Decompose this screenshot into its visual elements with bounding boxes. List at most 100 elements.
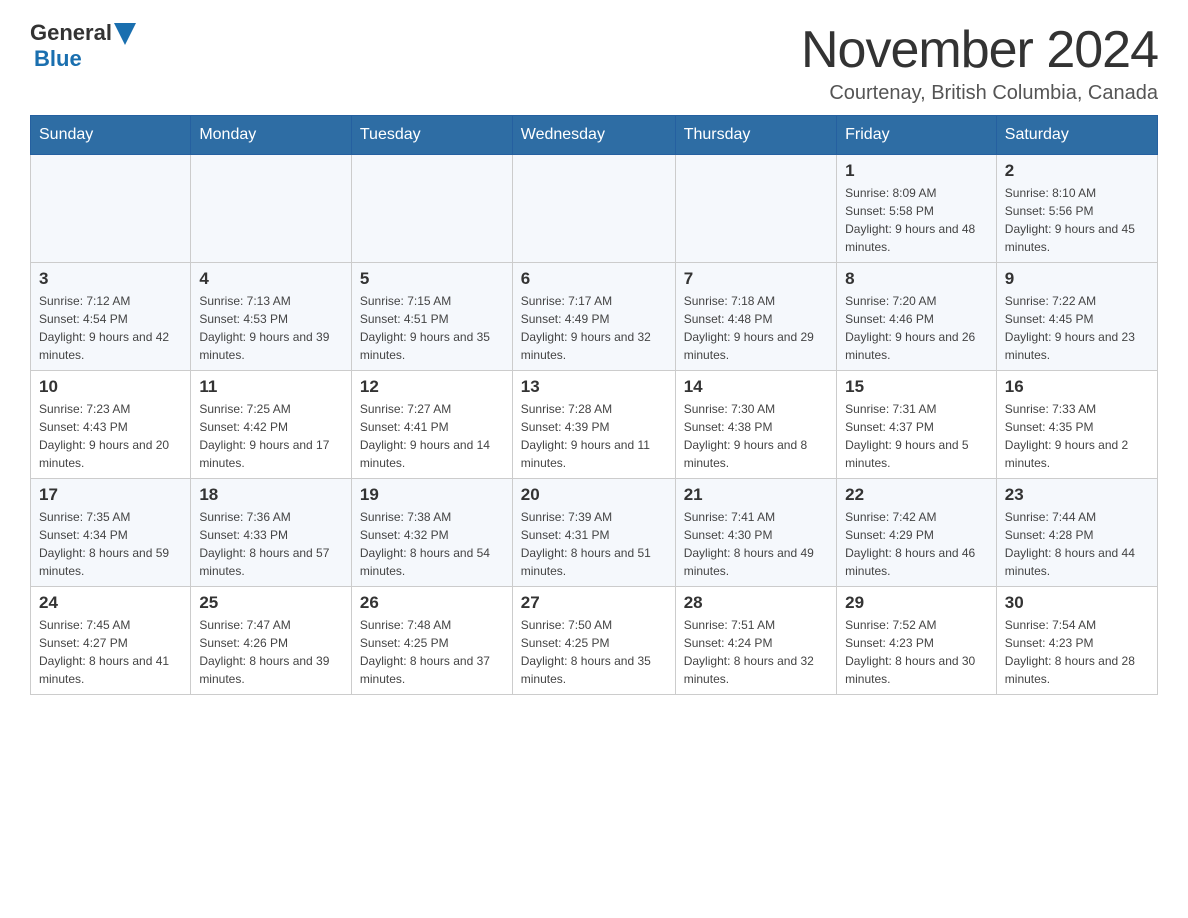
day-info: Sunrise: 7:20 AMSunset: 4:46 PMDaylight:… [845,292,988,364]
col-saturday: Saturday [996,116,1157,155]
day-number: 24 [39,593,182,613]
day-number: 22 [845,485,988,505]
day-info: Sunrise: 7:51 AMSunset: 4:24 PMDaylight:… [684,616,828,688]
day-number: 9 [1005,269,1149,289]
day-number: 14 [684,377,828,397]
table-row: 2 Sunrise: 8:10 AMSunset: 5:56 PMDaylight… [996,155,1157,263]
table-row [675,155,836,263]
table-row: 27Sunrise: 7:50 AMSunset: 4:25 PMDayligh… [512,587,675,695]
table-row: 13 Sunrise: 7:28 AMSunset: 4:39 PMDayligh… [512,371,675,479]
day-number: 4 [199,269,343,289]
day-info: Sunrise: 8:10 AMSunset: 5:56 PMDaylight:… [1005,184,1149,256]
day-info: Sunrise: 7:39 AMSunset: 4:31 PMDaylight:… [521,508,667,580]
day-info: Sunrise: 8:09 AMSunset: 5:58 PMDaylight:… [845,184,988,256]
table-row: 11 Sunrise: 7:25 AMSunset: 4:42 PMDayligh… [191,371,352,479]
table-row [191,155,352,263]
table-row: 29 Sunrise: 7:52 AMSunset: 4:23 PMDayligh… [837,587,997,695]
day-number: 2 [1005,161,1149,181]
day-number: 13 [521,377,667,397]
day-number: 23 [1005,485,1149,505]
table-row: 25 Sunrise: 7:47 AMSunset: 4:26 PMDayligh… [191,587,352,695]
table-row: 28 Sunrise: 7:51 AMSunset: 4:24 PMDayligh… [675,587,836,695]
day-number: 28 [684,593,828,613]
day-info: Sunrise: 7:17 AMSunset: 4:49 PMDaylight:… [521,292,667,364]
day-number: 17 [39,485,182,505]
day-number: 3 [39,269,182,289]
day-number: 21 [684,485,828,505]
day-info: Sunrise: 7:36 AMSunset: 4:33 PMDaylight:… [199,508,343,580]
day-number: 11 [199,377,343,397]
table-row: 19 Sunrise: 7:38 AMSunset: 4:32 PMDayligh… [351,479,512,587]
day-number: 1 [845,161,988,181]
day-info: Sunrise: 7:52 AMSunset: 4:23 PMDaylight:… [845,616,988,688]
day-info: Sunrise: 7:31 AMSunset: 4:37 PMDaylight:… [845,400,988,472]
day-number: 10 [39,377,182,397]
logo-general-text: General [30,20,112,46]
table-row [351,155,512,263]
table-row [31,155,191,263]
table-row: 1 Sunrise: 8:09 AMSunset: 5:58 PMDaylight… [837,155,997,263]
day-number: 30 [1005,593,1149,613]
day-info: Sunrise: 7:28 AMSunset: 4:39 PMDaylight:… [521,400,667,472]
table-row: 3 Sunrise: 7:12 AMSunset: 4:54 PMDaylight… [31,263,191,371]
day-number: 25 [199,593,343,613]
day-number: 29 [845,593,988,613]
table-row: 8 Sunrise: 7:20 AMSunset: 4:46 PMDaylight… [837,263,997,371]
table-row: 14 Sunrise: 7:30 AMSunset: 4:38 PMDayligh… [675,371,836,479]
day-info: Sunrise: 7:38 AMSunset: 4:32 PMDaylight:… [360,508,504,580]
day-info: Sunrise: 7:54 AMSunset: 4:23 PMDaylight:… [1005,616,1149,688]
title-block: November 2024 Courtenay, British Columbi… [801,20,1158,105]
day-info: Sunrise: 7:18 AMSunset: 4:48 PMDaylight:… [684,292,828,364]
day-info: Sunrise: 7:44 AMSunset: 4:28 PMDaylight:… [1005,508,1149,580]
table-row: 6Sunrise: 7:17 AMSunset: 4:49 PMDaylight… [512,263,675,371]
day-number: 18 [199,485,343,505]
calendar-week-row: 10 Sunrise: 7:23 AMSunset: 4:43 PMDayligh… [31,371,1158,479]
day-number: 8 [845,269,988,289]
table-row: 21 Sunrise: 7:41 AMSunset: 4:30 PMDayligh… [675,479,836,587]
table-row: 7 Sunrise: 7:18 AMSunset: 4:48 PMDaylight… [675,263,836,371]
day-info: Sunrise: 7:47 AMSunset: 4:26 PMDaylight:… [199,616,343,688]
day-info: Sunrise: 7:41 AMSunset: 4:30 PMDaylight:… [684,508,828,580]
table-row: 9 Sunrise: 7:22 AMSunset: 4:45 PMDaylight… [996,263,1157,371]
col-friday: Friday [837,116,997,155]
table-row: 17Sunrise: 7:35 AMSunset: 4:34 PMDayligh… [31,479,191,587]
table-row: 15 Sunrise: 7:31 AMSunset: 4:37 PMDayligh… [837,371,997,479]
day-info: Sunrise: 7:42 AMSunset: 4:29 PMDaylight:… [845,508,988,580]
day-number: 15 [845,377,988,397]
day-number: 5 [360,269,504,289]
logo-blue-text: Blue [34,46,82,71]
table-row: 5 Sunrise: 7:15 AMSunset: 4:51 PMDaylight… [351,263,512,371]
calendar-week-row: 24Sunrise: 7:45 AMSunset: 4:27 PMDayligh… [31,587,1158,695]
col-tuesday: Tuesday [351,116,512,155]
day-info: Sunrise: 7:48 AMSunset: 4:25 PMDaylight:… [360,616,504,688]
calendar-week-row: 3 Sunrise: 7:12 AMSunset: 4:54 PMDaylight… [31,263,1158,371]
logo: General Blue [30,20,136,72]
day-info: Sunrise: 7:33 AMSunset: 4:35 PMDaylight:… [1005,400,1149,472]
day-info: Sunrise: 7:50 AMSunset: 4:25 PMDaylight:… [521,616,667,688]
day-info: Sunrise: 7:22 AMSunset: 4:45 PMDaylight:… [1005,292,1149,364]
table-row: 10 Sunrise: 7:23 AMSunset: 4:43 PMDayligh… [31,371,191,479]
table-row: 23 Sunrise: 7:44 AMSunset: 4:28 PMDayligh… [996,479,1157,587]
table-row: 20Sunrise: 7:39 AMSunset: 4:31 PMDayligh… [512,479,675,587]
day-number: 7 [684,269,828,289]
calendar-week-row: 1 Sunrise: 8:09 AMSunset: 5:58 PMDaylight… [31,155,1158,263]
table-row: 18 Sunrise: 7:36 AMSunset: 4:33 PMDayligh… [191,479,352,587]
col-monday: Monday [191,116,352,155]
day-info: Sunrise: 7:15 AMSunset: 4:51 PMDaylight:… [360,292,504,364]
month-title: November 2024 [801,20,1158,80]
day-number: 19 [360,485,504,505]
table-row [512,155,675,263]
col-wednesday: Wednesday [512,116,675,155]
calendar-table: Sunday Monday Tuesday Wednesday Thursday… [30,115,1158,695]
day-info: Sunrise: 7:23 AMSunset: 4:43 PMDaylight:… [39,400,182,472]
day-info: Sunrise: 7:30 AMSunset: 4:38 PMDaylight:… [684,400,828,472]
day-info: Sunrise: 7:25 AMSunset: 4:42 PMDaylight:… [199,400,343,472]
table-row: 12 Sunrise: 7:27 AMSunset: 4:41 PMDayligh… [351,371,512,479]
day-info: Sunrise: 7:12 AMSunset: 4:54 PMDaylight:… [39,292,182,364]
col-thursday: Thursday [675,116,836,155]
table-row: 26Sunrise: 7:48 AMSunset: 4:25 PMDayligh… [351,587,512,695]
day-info: Sunrise: 7:27 AMSunset: 4:41 PMDaylight:… [360,400,504,472]
day-number: 12 [360,377,504,397]
page-header: General Blue November 2024 Courtenay, Br… [30,20,1158,105]
table-row: 30 Sunrise: 7:54 AMSunset: 4:23 PMDayligh… [996,587,1157,695]
